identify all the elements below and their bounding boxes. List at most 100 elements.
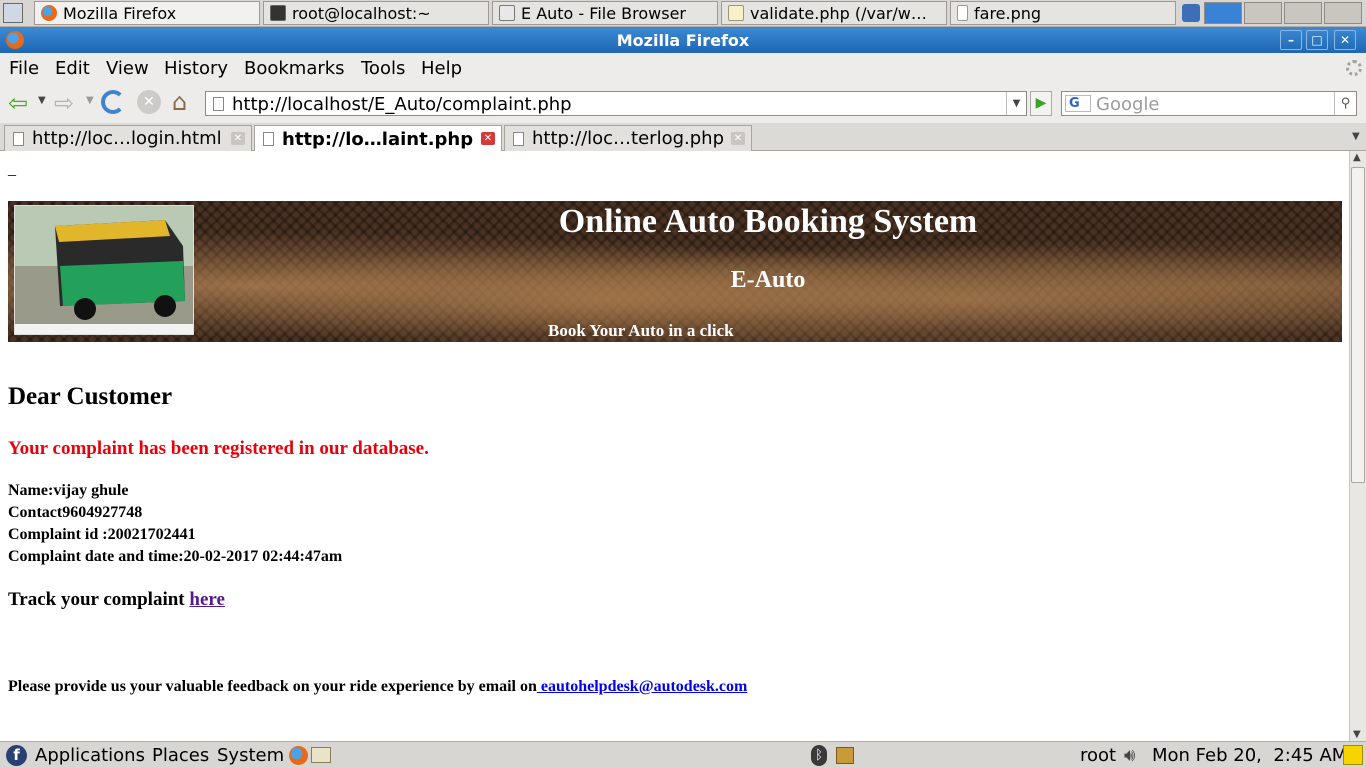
workspace-2[interactable]	[1244, 2, 1282, 24]
menubar: File Edit View History Bookmarks Tools H…	[0, 53, 1366, 83]
scrollbar-thumb[interactable]	[1351, 167, 1365, 483]
banner-tagline: Book Your Auto in a click	[548, 321, 734, 340]
url-bar[interactable]: http://localhost/E_Auto/complaint.php ▼	[205, 91, 1027, 116]
task-label: Mozilla Firefox	[63, 3, 177, 23]
page-icon	[13, 131, 24, 146]
tab-complaint[interactable]: http://lo…laint.php ✕	[254, 125, 502, 152]
url-dropdown-icon[interactable]: ▼	[1006, 92, 1026, 115]
forward-history-dropdown-icon[interactable]: ▼	[86, 95, 94, 106]
task-image[interactable]: fare.png	[950, 1, 1176, 25]
image-file-icon	[957, 5, 968, 21]
minimize-button[interactable]: –	[1280, 30, 1302, 50]
home-icon[interactable]: ⌂	[172, 89, 187, 115]
bluetooth-icon[interactable]: ᛒ	[811, 745, 827, 766]
menu-tools[interactable]: Tools	[361, 58, 405, 79]
complaint-datetime: Complaint date and time:20-02-2017 02:44…	[8, 548, 343, 565]
scroll-up-icon[interactable]: ▲	[1353, 152, 1361, 163]
menu-edit[interactable]: Edit	[55, 58, 90, 79]
task-label: root@localhost:~	[292, 3, 431, 23]
fedora-icon: f	[6, 745, 27, 766]
track-complaint-line: Track your complaint here	[8, 589, 225, 611]
mail-launcher-icon[interactable]	[311, 747, 331, 763]
file-browser-icon	[499, 5, 515, 21]
complaint-notice: Your complaint has been registered in ou…	[8, 438, 429, 459]
task-label: validate.php (/var/w…	[750, 3, 927, 23]
top-mark: _	[8, 161, 16, 178]
tab-close-icon[interactable]: ✕	[231, 132, 245, 145]
google-engine-icon[interactable]: G	[1065, 95, 1091, 112]
throbber-icon	[1346, 60, 1362, 76]
task-label: fare.png	[974, 3, 1042, 23]
menu-file[interactable]: File	[9, 58, 39, 79]
search-placeholder: Google	[1096, 94, 1160, 115]
page-icon	[263, 132, 274, 146]
feedback-text: Please provide us your valuable feedback…	[8, 678, 537, 695]
tab-label: http://loc…login.html	[32, 128, 222, 149]
tab-filterlog[interactable]: http://loc…terlog.php ✕	[504, 125, 752, 151]
maximize-button[interactable]: □	[1306, 30, 1328, 50]
greeting-heading: Dear Customer	[8, 383, 173, 410]
tab-label: http://loc…terlog.php	[532, 128, 725, 149]
menu-history[interactable]: History	[164, 58, 228, 79]
tab-list-dropdown-icon[interactable]: ▼	[1352, 131, 1360, 142]
places-menu[interactable]: Places	[152, 745, 209, 766]
page-content: _ Online Auto Booking System E-Auto Book…	[0, 151, 1349, 741]
workspace-icon	[1182, 4, 1200, 22]
notes-icon[interactable]	[1343, 745, 1363, 765]
search-bar[interactable]: G Google ⚲	[1061, 91, 1357, 116]
clock[interactable]: Mon Feb 20, 2:45 AM	[1152, 745, 1347, 766]
track-here-link[interactable]: here	[189, 589, 225, 610]
window-title: Mozilla Firefox	[616, 31, 750, 50]
workspace-3[interactable]	[1284, 2, 1322, 24]
banner-subtitle: E-Auto	[730, 267, 806, 293]
page-icon	[213, 97, 224, 111]
task-file-browser[interactable]: E Auto - File Browser	[492, 1, 718, 25]
back-icon[interactable]: ⇦	[8, 91, 28, 115]
customer-name: Name:vijay ghule	[8, 482, 129, 499]
menu-help[interactable]: Help	[421, 58, 462, 79]
volume-icon[interactable]: 🔊︎	[1124, 745, 1135, 766]
tab-close-icon[interactable]: ✕	[481, 132, 495, 145]
window-titlebar: Mozilla Firefox – □ ✕	[0, 27, 1366, 53]
customer-contact: Contact9604927748	[8, 504, 143, 521]
tab-strip: http://loc…login.html ✕ http://lo…laint.…	[0, 123, 1366, 152]
tab-login[interactable]: http://loc…login.html ✕	[4, 125, 252, 151]
close-button[interactable]: ✕	[1334, 30, 1356, 50]
tab-close-icon[interactable]: ✕	[731, 132, 745, 145]
site-banner: Online Auto Booking System E-Auto Book Y…	[8, 201, 1342, 342]
workspace-1[interactable]	[1204, 2, 1242, 24]
user-name[interactable]: root	[1080, 745, 1116, 766]
tab-label: http://lo…laint.php	[282, 128, 474, 150]
track-text: Track your complaint	[8, 589, 190, 610]
navigation-toolbar: ⇦ ▼ ⇨ ▼ ✕ ⌂ http://localhost/E_Auto/comp…	[0, 83, 1366, 123]
task-firefox[interactable]: Mozilla Firefox	[34, 1, 260, 25]
menu-bookmarks[interactable]: Bookmarks	[244, 58, 345, 79]
task-terminal[interactable]: root@localhost:~	[263, 1, 489, 25]
bottom-panel: f Applications Places System ᛒ root 🔊︎ M…	[0, 741, 1366, 768]
menu-view[interactable]: View	[106, 58, 149, 79]
task-editor[interactable]: validate.php (/var/w…	[721, 1, 947, 25]
url-text[interactable]: http://localhost/E_Auto/complaint.php	[232, 94, 572, 115]
feedback-line: Please provide us your valuable feedback…	[8, 678, 747, 696]
terminal-icon	[270, 5, 286, 21]
back-history-dropdown-icon[interactable]: ▼	[38, 95, 46, 106]
complaint-id: Complaint id :20021702441	[8, 526, 196, 543]
go-icon[interactable]: ▶	[1030, 91, 1052, 116]
reload-icon[interactable]	[101, 90, 125, 114]
forward-icon[interactable]: ⇨	[54, 91, 74, 115]
page-icon	[513, 131, 524, 146]
search-icon[interactable]: ⚲	[1334, 92, 1356, 115]
show-desktop-icon[interactable]	[3, 3, 23, 23]
stop-icon[interactable]: ✕	[137, 90, 161, 114]
system-menu[interactable]: System	[217, 745, 284, 766]
workspace-switcher[interactable]	[1180, 0, 1366, 27]
workspace-4[interactable]	[1324, 2, 1362, 24]
update-icon[interactable]	[836, 747, 854, 764]
applications-menu[interactable]: Applications	[35, 745, 145, 766]
scroll-down-icon[interactable]: ▼	[1353, 729, 1361, 740]
vertical-scrollbar[interactable]: ▲ ▼	[1349, 151, 1366, 741]
banner-title: Online Auto Booking System	[558, 203, 978, 240]
task-label: E Auto - File Browser	[521, 3, 686, 23]
firefox-launcher-icon[interactable]	[289, 746, 308, 765]
feedback-email-link[interactable]: eautohelpdesk@autodesk.com	[537, 678, 747, 695]
